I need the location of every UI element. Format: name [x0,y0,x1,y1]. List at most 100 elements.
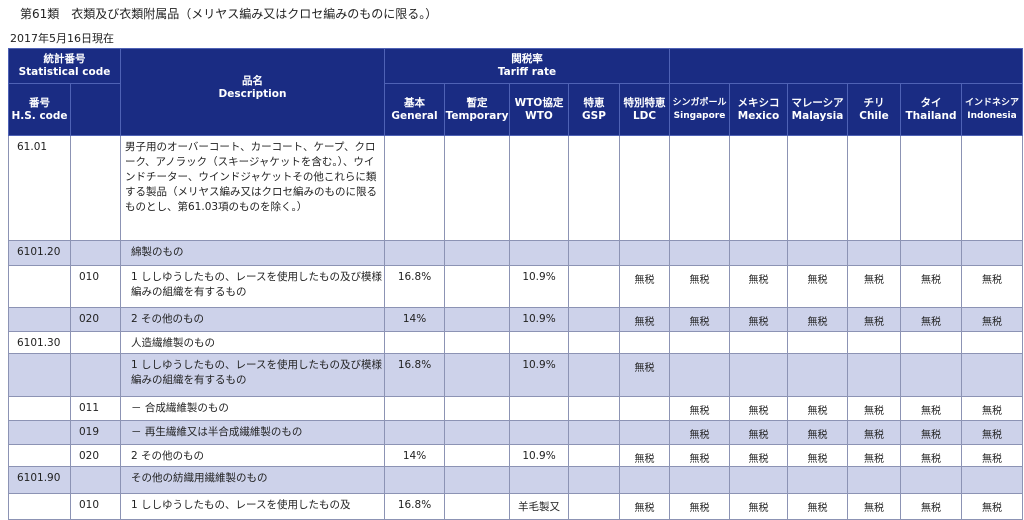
rate-singapore-cell [669,466,730,494]
rate-thailand-cell [900,240,962,266]
header-tariff-rate: 関税率 Tariff rate [384,48,670,84]
header-hs-code: 番号 H.S. code [8,83,71,136]
table-row: 6101.20 綿製のもの [8,240,1023,266]
rate-wto-cell: 10.9% [509,353,569,397]
rate-gsp-cell [568,240,620,266]
description-cell: 人造繊維製のもの [120,331,385,354]
rate-gsp-cell [568,493,620,520]
rate-malaysia-cell [787,353,848,397]
table-row: 011 － 合成繊維製のもの 無税 無税 無税 無税 無税 無税 [8,396,1023,421]
rate-gsp-cell [568,466,620,494]
rate-indonesia-cell [961,240,1023,266]
page-title: 第61類 衣類及び衣類附属品（メリヤス編み又はクロセ編みのものに限る。） [20,7,438,21]
rate-gsp-cell [568,331,620,354]
rate-mexico-cell [729,353,788,397]
rate-chile-cell [847,353,901,397]
rate-thailand-cell [900,135,962,241]
table-row: 019 － 再生繊維又は半合成繊維製のもの 無税 無税 無税 無税 無税 無税 [8,420,1023,445]
description-cell: 1 ししゆうしたもの、レースを使用したもの及 [120,493,385,520]
description-cell: 男子用のオーバーコート、カーコート、ケープ、クローク、アノラック（スキージャケッ… [120,135,385,241]
rate-malaysia-cell: 無税 [787,444,848,467]
rate-general-cell: 16.8% [384,493,445,520]
stat-code-cell: 020 [70,307,121,332]
rate-thailand-cell [900,331,962,354]
rate-indonesia-cell [961,135,1023,241]
rate-mexico-cell: 無税 [729,444,788,467]
description-cell: 1 ししゆうしたもの、レースを使用したもの及び模様編みの組織を有するもの [120,353,385,397]
rate-malaysia-cell: 無税 [787,420,848,445]
header-col-thailand: タイ Thailand [900,83,962,136]
table-row: 020 2 その他のもの 14% 10.9% 無税 無税 無税 無税 無税 無税 無税 [8,444,1023,467]
rate-thailand-cell: 無税 [900,420,962,445]
table-row: 6101.30 人造繊維製のもの [8,331,1023,354]
rate-temporary-cell [444,396,510,421]
rate-malaysia-cell: 無税 [787,493,848,520]
hs-code-cell [8,396,71,421]
rate-thailand-cell [900,466,962,494]
rate-indonesia-cell [961,331,1023,354]
rate-wto-cell: 10.9% [509,444,569,467]
rate-wto-cell [509,240,569,266]
tariff-table: 統計番号 Statistical code 品名 Description 関税率 Ta… [8,48,1023,520]
rate-general-cell [384,240,445,266]
rate-mexico-cell: 無税 [729,265,788,308]
stat-code-cell: 010 [70,265,121,308]
rate-chile-cell: 無税 [847,265,901,308]
rate-ldc-cell: 無税 [619,353,670,397]
rate-malaysia-cell: 無税 [787,265,848,308]
rate-chile-cell: 無税 [847,444,901,467]
table-row: 010 1 ししゆうしたもの、レースを使用したもの及び模様編みの組織を有するもの 1… [8,265,1023,308]
header-col-temporary: 暫定 Temporary [444,83,510,136]
rate-chile-cell [847,466,901,494]
rate-ldc-cell: 無税 [619,307,670,332]
table-row: 020 2 その他のもの 14% 10.9% 無税 無税 無税 無税 無税 無税 無税 [8,307,1023,332]
rate-singapore-cell: 無税 [669,493,730,520]
stat-code-cell: 011 [70,396,121,421]
rate-chile-cell: 無税 [847,396,901,421]
header-col-general: 基本 General [384,83,445,136]
rate-malaysia-cell [787,240,848,266]
stat-code-cell [70,240,121,266]
rate-malaysia-cell [787,135,848,241]
rate-mexico-cell: 無税 [729,420,788,445]
rate-general-cell [384,396,445,421]
rate-wto-cell [509,396,569,421]
rate-mexico-cell [729,240,788,266]
rate-temporary-cell [444,353,510,397]
rate-gsp-cell [568,396,620,421]
rate-wto-cell: 10.9% [509,307,569,332]
rate-general-cell: 16.8% [384,265,445,308]
rate-gsp-cell [568,420,620,445]
stat-code-cell: 020 [70,444,121,467]
rate-chile-cell [847,240,901,266]
rate-mexico-cell: 無税 [729,396,788,421]
header-col-ldc: 特別特恵 LDC [619,83,670,136]
rate-temporary-cell [444,307,510,332]
rate-mexico-cell [729,466,788,494]
rate-indonesia-cell: 無税 [961,420,1023,445]
rate-thailand-cell: 無税 [900,265,962,308]
rate-ldc-cell: 無税 [619,265,670,308]
rate-temporary-cell [444,240,510,266]
description-cell: － 合成繊維製のもの [120,396,385,421]
rate-temporary-cell [444,420,510,445]
table-row: 6101.90 その他の紡織用繊維製のもの [8,466,1023,494]
rate-indonesia-cell: 無税 [961,396,1023,421]
rate-indonesia-cell: 無税 [961,307,1023,332]
hs-code-cell: 6101.20 [8,240,71,266]
rate-chile-cell: 無税 [847,493,901,520]
rate-general-cell: 14% [384,444,445,467]
stat-code-cell: 019 [70,420,121,445]
header-col-singapore: シンガポール Singapore [669,83,730,136]
rate-indonesia-cell [961,353,1023,397]
rate-gsp-cell [568,135,620,241]
hs-code-cell [8,265,71,308]
description-cell: 2 その他のもの [120,444,385,467]
stat-code-cell [70,353,121,397]
header-col-gsp: 特恵 GSP [568,83,620,136]
rate-general-cell [384,420,445,445]
rate-indonesia-cell: 無税 [961,265,1023,308]
header-col-indonesia: インドネシア Indonesia [961,83,1023,136]
rate-chile-cell [847,135,901,241]
description-cell: － 再生繊維又は半合成繊維製のもの [120,420,385,445]
